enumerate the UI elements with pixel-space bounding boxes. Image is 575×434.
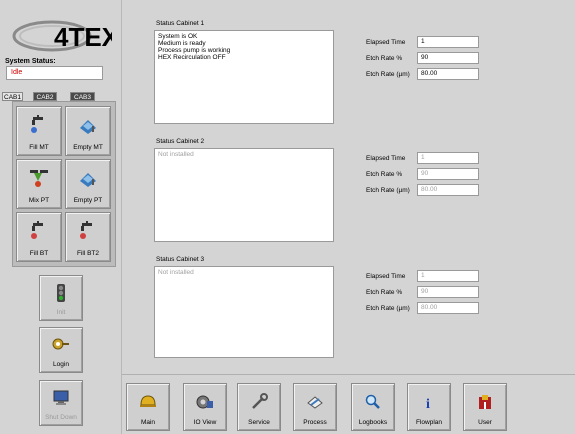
magnifier-icon bbox=[363, 393, 383, 416]
process-icon bbox=[305, 393, 325, 416]
cabinet-1-elapsed-label: Elapsed Time bbox=[366, 39, 406, 46]
wrench-icon bbox=[249, 393, 269, 416]
cabinet-2-etch-um-label: Etch Rate (µm) bbox=[366, 187, 410, 194]
empty-mt-button[interactable]: Empty MT bbox=[65, 106, 111, 156]
init-label: Init bbox=[56, 309, 66, 316]
cabinet-2-elapsed-label: Elapsed Time bbox=[366, 155, 406, 162]
left-sidebar: 4TEX System Status: Idle CAB1 CAB2 CAB3 … bbox=[0, 0, 122, 434]
nav-user-button[interactable]: User bbox=[463, 383, 507, 431]
nav-service-label: Service bbox=[248, 419, 270, 426]
cabinet-1-elapsed-field[interactable]: 1 bbox=[417, 36, 479, 48]
nav-flowplan-label: Flowplan bbox=[415, 419, 442, 426]
mix-pt-label: Mix PT bbox=[28, 197, 50, 204]
gear-monitor-icon bbox=[195, 393, 215, 416]
user-icon bbox=[475, 393, 495, 416]
mix-icon bbox=[28, 167, 50, 194]
nav-main-label: Main bbox=[140, 419, 156, 426]
computer-icon bbox=[51, 388, 71, 413]
cabinet-3-etch-pct-label: Etch Rate % bbox=[366, 289, 403, 296]
fill-bt2-button[interactable]: Fill BT2 bbox=[65, 212, 111, 262]
cabinet-2-status-log: Not installed bbox=[154, 148, 334, 242]
cabinet-2-elapsed-field[interactable]: 1 bbox=[417, 152, 479, 164]
fill-bt2-label: Fill BT2 bbox=[76, 250, 100, 257]
cabinet-3-elapsed-field[interactable]: 1 bbox=[417, 270, 479, 282]
tab-cab3[interactable]: CAB3 bbox=[70, 92, 95, 101]
cabinet-1-etch-um-field[interactable]: 80.00 bbox=[417, 68, 479, 80]
fill-bt-button[interactable]: Fill BT bbox=[16, 212, 62, 262]
info-icon: i bbox=[419, 393, 439, 416]
key-icon bbox=[51, 335, 71, 360]
empty-tank-icon bbox=[77, 114, 99, 141]
tab-cab1[interactable]: CAB1 bbox=[2, 92, 23, 101]
faucet-icon bbox=[29, 220, 49, 247]
faucet-icon bbox=[29, 114, 49, 141]
login-button[interactable]: Login bbox=[39, 327, 83, 373]
traffic-light-icon bbox=[54, 283, 68, 310]
logo-text: 4TEX bbox=[54, 22, 112, 52]
system-status-field: Idle bbox=[6, 66, 103, 80]
cabinet-3-etch-um-label: Etch Rate (µm) bbox=[366, 305, 410, 312]
empty-mt-label: Empty MT bbox=[73, 144, 103, 151]
system-status-label: System Status: bbox=[5, 58, 56, 65]
cabinet-2-etch-pct-field[interactable]: 90 bbox=[417, 168, 479, 180]
svg-text:i: i bbox=[426, 397, 430, 411]
nav-logbooks-button[interactable]: Logbooks bbox=[351, 383, 395, 431]
cabinet-2-etch-pct-label: Etch Rate % bbox=[366, 171, 403, 178]
cabinet-2-title: Status Cabinet 2 bbox=[156, 138, 205, 145]
fill-bt-label: Fill BT bbox=[29, 250, 49, 257]
bottom-navigation: Main IO View Service Process Logbooks i … bbox=[122, 374, 575, 434]
login-label: Login bbox=[53, 361, 69, 368]
cabinet-1-etch-pct-field[interactable]: 90 bbox=[417, 52, 479, 64]
main-area: Status Cabinet 1 System is OK Medium is … bbox=[122, 0, 575, 434]
fill-mt-button[interactable]: Fill MT bbox=[16, 106, 62, 156]
tab-cab2[interactable]: CAB2 bbox=[33, 92, 57, 101]
company-logo: 4TEX bbox=[12, 12, 120, 56]
cabinet-3-etch-um-field[interactable]: 80.00 bbox=[417, 302, 479, 314]
cabinet-control-panel: Fill MT Empty MT Mix PT Empty PT Fill BT… bbox=[12, 101, 116, 267]
cabinet-1-status-log: System is OK Medium is ready Process pum… bbox=[154, 30, 334, 124]
cabinet-1-title: Status Cabinet 1 bbox=[156, 20, 205, 27]
nav-main-button[interactable]: Main bbox=[126, 383, 170, 431]
mix-pt-button[interactable]: Mix PT bbox=[16, 159, 62, 209]
shut-down-label: Shut Down bbox=[45, 414, 77, 421]
nav-process-button[interactable]: Process bbox=[293, 383, 337, 431]
cabinet-1-etch-um-label: Etch Rate (µm) bbox=[366, 71, 410, 78]
nav-process-label: Process bbox=[303, 419, 327, 426]
nav-flowplan-button[interactable]: i Flowplan bbox=[407, 383, 451, 431]
shut-down-button[interactable]: Shut Down bbox=[39, 380, 83, 426]
cabinet-3-etch-pct-field[interactable]: 90 bbox=[417, 286, 479, 298]
cabinet-1-etch-pct-label: Etch Rate % bbox=[366, 55, 403, 62]
empty-pt-button[interactable]: Empty PT bbox=[65, 159, 111, 209]
helmet-icon bbox=[138, 393, 158, 416]
empty-tank-icon bbox=[77, 167, 99, 194]
nav-io-view-button[interactable]: IO View bbox=[183, 383, 227, 431]
cabinet-3-title: Status Cabinet 3 bbox=[156, 256, 205, 263]
cabinet-2-etch-um-field[interactable]: 80.00 bbox=[417, 184, 479, 196]
fill-mt-label: Fill MT bbox=[29, 144, 49, 151]
cabinet-3-status-log: Not installed bbox=[154, 266, 334, 358]
cabinet-3-elapsed-label: Elapsed Time bbox=[366, 273, 406, 280]
nav-user-label: User bbox=[478, 419, 492, 426]
nav-service-button[interactable]: Service bbox=[237, 383, 281, 431]
init-button[interactable]: Init bbox=[39, 275, 83, 321]
faucet-icon bbox=[78, 220, 98, 247]
nav-logbooks-label: Logbooks bbox=[358, 419, 388, 426]
nav-io-view-label: IO View bbox=[193, 419, 217, 426]
empty-pt-label: Empty PT bbox=[73, 197, 103, 204]
